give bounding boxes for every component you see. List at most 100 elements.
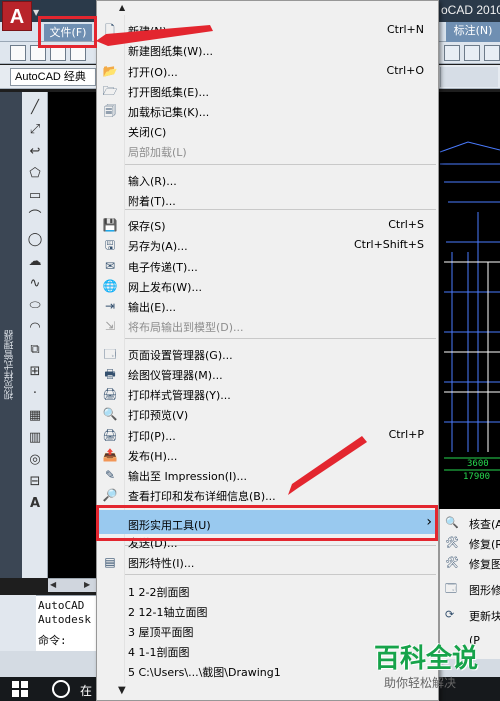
menu-item: 局部加载(L) [97,141,438,161]
rectangle-icon[interactable]: ▭ [27,188,43,204]
menu-item[interactable]: ✎ 输出至 Impression(I)... [97,465,438,485]
export-layout-icon: ⇲ [104,319,116,333]
recover-icon: 🛠 [445,536,459,549]
menu-scroll-down-icon[interactable]: ▼ [118,685,126,696]
polygon-icon[interactable]: ⬠ [27,166,43,182]
menu-item-label: 新建(N)... [128,25,178,38]
menu-item[interactable]: 📂 打开(O)... Ctrl+O [97,61,438,81]
menu-item-label: 3 屋顶平面图 [128,626,194,639]
ellipse-icon[interactable]: ⬭ [27,298,43,314]
multiline-text-icon[interactable]: A [27,496,43,512]
scroll-left-icon[interactable]: ◀ [50,580,56,589]
menu-item-label: 局部加载(L) [128,146,187,159]
menu-item[interactable]: ⇥ 输出(E)... [97,296,438,316]
menu-item: ⇲ 将布局输出到模型(D)... [97,316,438,336]
submenu-item[interactable]: 🗔 图形修 [440,579,500,599]
menu-item[interactable]: 关闭(C) [97,121,438,141]
menu-item-label: 2 12-1轴立面图 [128,606,208,619]
menu-item[interactable]: 1 2-2剖面图 [97,581,438,601]
command-history-line: Autodesk [38,613,91,626]
menu-item[interactable]: 2 12-1轴立面图 [97,601,438,621]
command-window-handle[interactable] [0,595,36,651]
menu-item-label: 另存为(A)... [128,240,188,253]
line-icon[interactable]: ╱ [27,100,43,116]
visual-styles-palette[interactable]: 视觉样式管理器 [0,92,22,578]
insert-block-icon[interactable]: ⧉ [27,342,43,358]
plotter-manager-icon: 🖶 [104,367,116,381]
circle-icon[interactable]: ◯ [27,232,43,248]
hatch-icon[interactable]: ▦ [27,408,43,424]
menu-item-label: 页面设置管理器(G)... [128,349,233,362]
plot-style-icon: 🖨 [102,387,118,401]
menu-item[interactable]: 🌐 网上发布(W)... [97,276,438,296]
menu-item-label: 打印(P)... [128,430,176,443]
menu-item[interactable]: 附着(T)... [97,190,438,210]
polyline-icon[interactable]: ↩ [27,144,43,160]
menu-item[interactable]: 🖨 打印样式管理器(Y)... [97,384,438,404]
new-icon[interactable] [10,45,26,61]
watermark-subtitle: 助你轻松解决 [384,676,457,690]
watermark-logo: 百科全说 助你轻松解决 [370,636,498,694]
submenu-item-label: 修复(R [469,538,500,551]
menu-separator [125,574,436,575]
menu-item-shortcut: Ctrl+N [386,23,424,36]
menu-item-label: 电子传递(T)... [128,261,198,274]
command-prompt[interactable]: 命令: [38,632,67,648]
toolbar-icon[interactable] [444,45,460,61]
drawing-properties-icon: ▤ [104,555,116,569]
revision-cloud-icon[interactable]: ☁ [27,254,43,270]
spline-icon[interactable]: ∿ [27,276,43,292]
workspace-dropdown[interactable]: AutoCAD 经典 [10,68,96,86]
layer-toolbar[interactable] [440,67,498,87]
menu-scroll-up-icon[interactable]: ▲ [119,3,125,12]
menu-item[interactable]: 🗁 打开图纸集(E)... [97,81,438,101]
menu-item[interactable]: 🗔 页面设置管理器(G)... [97,344,438,364]
menu-item[interactable]: ▤ 图形特性(I)... [97,552,438,572]
menu-item[interactable]: 🖨 打印(P)... Ctrl+P [97,425,438,445]
ellipse-arc-icon[interactable]: ◠ [27,320,43,336]
save-icon: 💾 [102,218,118,232]
windows-start-icon[interactable] [12,681,28,697]
make-block-icon[interactable]: ⊞ [27,364,43,380]
submenu-item[interactable]: 🛠 修复图 [440,553,500,573]
arc-icon[interactable]: ⌒ [27,210,43,226]
scroll-right-icon[interactable]: ▶ [84,580,90,589]
menu-item-label: 新建图纸集(W)... [128,45,213,58]
submenu-item[interactable]: 🛠 修复(R [440,533,500,553]
submenu-item[interactable]: ⟳ 更新块 [440,605,500,625]
menu-item[interactable]: 新建图纸集(W)... [97,40,438,60]
toolbar-icon[interactable] [464,45,480,61]
menu-item[interactable]: 🔍 打印预览(V) [97,404,438,424]
region-icon[interactable]: ◎ [27,452,43,468]
table-icon[interactable]: ⊟ [27,474,43,490]
draw-toolbar: ╱ ⤢ ↩ ⬠ ▭ ⌒ ◯ ☁ ∿ ⬭ ◠ ⧉ ⊞ · ▦ ▥ ◎ ⊟ A [22,92,48,578]
annotation-box-file-menu [38,16,97,48]
menu-item[interactable]: 💾 保存(S) Ctrl+S [97,215,438,235]
menu-item-label: 输入(R)... [128,175,177,188]
toolbar-icon[interactable] [484,45,500,61]
application-menu-button[interactable]: A [2,1,32,31]
taskbar-search[interactable]: 在 [80,682,92,699]
menu-item[interactable]: 🖫 另存为(A)... Ctrl+Shift+S [97,235,438,255]
menu-item[interactable]: 🔎 查看打印和发布详细信息(B)... [97,485,438,505]
menu-item[interactable]: 输入(R)... [97,170,438,190]
menu-item[interactable]: 🗋 新建(N)... Ctrl+N [97,20,438,40]
menu-item-label: 加载标记集(K)... [128,106,210,119]
new-file-icon: 🗋 [105,23,115,37]
submenu-item-label: 核查(A [469,518,500,531]
menu-dimension[interactable]: 标注(N) [446,22,500,42]
menu-item[interactable]: ✉ 电子传递(T)... [97,256,438,276]
menu-item[interactable]: 🖶 绘图仪管理器(M)... [97,364,438,384]
menu-item-label: 网上发布(W)... [128,281,202,294]
point-icon[interactable]: · [27,386,43,402]
publish-web-icon: 🌐 [102,279,118,293]
gradient-icon[interactable]: ▥ [27,430,43,446]
menu-item[interactable]: 📤 发布(H)... [97,445,438,465]
palette-title: 视觉样式管理器 [5,330,16,400]
open-sheet-set-icon: 🗁 [102,84,118,98]
markup-set-icon: 🗐 [104,104,116,118]
cortana-icon[interactable] [52,680,70,698]
construction-line-icon[interactable]: ⤢ [27,122,43,138]
submenu-item[interactable]: 🔍 核查(A [440,513,500,533]
menu-item[interactable]: 🗐 加载标记集(K)... [97,101,438,121]
